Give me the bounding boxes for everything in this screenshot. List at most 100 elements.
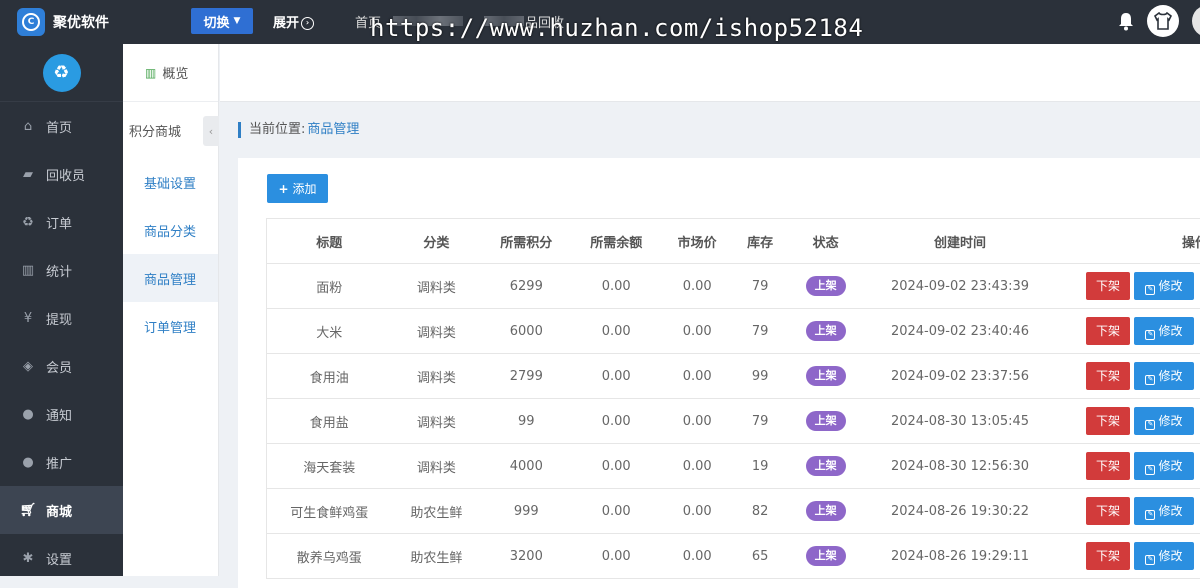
table-row: 大米调料类60000.000.0079上架2024-09-02 23:40:46… — [267, 309, 1200, 354]
gear-icon: ✱ — [18, 551, 38, 566]
sub-group-label: 积分商城 — [129, 121, 181, 140]
edit-button[interactable]: ✎修改 — [1134, 362, 1194, 390]
col-category: 分类 — [391, 219, 481, 264]
sub-item-products[interactable]: 商品管理 — [123, 254, 218, 302]
sidebar-item-collectors[interactable]: ▰回收员 — [0, 150, 123, 198]
sidebar-item-stats[interactable]: ▥统计 — [0, 246, 123, 294]
cell-status: 上架 — [787, 309, 864, 354]
cell-actions: 下架✎修改 — [1056, 489, 1200, 534]
bar-chart-icon: ▥ — [18, 263, 38, 278]
sidebar-item-label: 提现 — [46, 309, 72, 328]
switch-button[interactable]: 切换 ▼ — [191, 8, 253, 34]
switch-label: 切换 — [204, 12, 230, 31]
cell-balance: 0.00 — [571, 534, 661, 579]
sub-sidebar: ▥ 概览 积分商城 ‹ 基础设置 商品分类 商品管理 订单管理 — [123, 44, 219, 576]
sub-overview[interactable]: ▥ 概览 — [123, 44, 218, 102]
edit-button[interactable]: ✎修改 — [1134, 452, 1194, 480]
caret-down-icon: ▼ — [234, 16, 241, 26]
edit-icon: ✎ — [1145, 465, 1155, 475]
sub-item-categories[interactable]: 商品分类 — [123, 206, 218, 254]
sidebar-item-settings[interactable]: ✱设置 — [0, 534, 123, 582]
user-avatar[interactable] — [1192, 5, 1200, 37]
col-stock: 库存 — [733, 219, 787, 264]
status-badge: 上架 — [806, 411, 846, 431]
cell-category: 调料类 — [391, 399, 481, 444]
col-balance: 所需余额 — [571, 219, 661, 264]
cell-actions: 下架✎修改 — [1056, 444, 1200, 489]
status-badge: 上架 — [806, 276, 846, 296]
edit-icon: ✎ — [1145, 285, 1155, 295]
product-panel: + 添加 标题 分类 所需积分 所需余额 市场价 库存 状态 创建时间 操作 面… — [238, 158, 1200, 588]
edit-icon: ✎ — [1145, 330, 1155, 340]
take-down-button[interactable]: 下架 — [1086, 317, 1130, 345]
sidebar-item-label: 首页 — [46, 117, 72, 136]
cell-balance: 0.00 — [571, 399, 661, 444]
cell-category: 助农生鲜 — [391, 534, 481, 579]
cell-title: 食用盐 — [267, 399, 392, 444]
expand-button[interactable]: 展开› — [273, 12, 314, 31]
take-down-button[interactable]: 下架 — [1086, 452, 1130, 480]
edit-label: 修改 — [1158, 459, 1182, 473]
edit-button[interactable]: ✎修改 — [1134, 407, 1194, 435]
cart-icon: 🛒︎ — [18, 503, 38, 518]
cell-created: 2024-09-02 23:43:39 — [864, 264, 1056, 309]
take-down-button[interactable]: 下架 — [1086, 542, 1130, 570]
brand-name: 聚优软件 — [53, 12, 109, 32]
cell-market-price: 0.00 — [661, 354, 733, 399]
cell-points: 4000 — [481, 444, 571, 489]
add-label: 添加 — [293, 180, 317, 197]
collapse-chevron-icon[interactable]: ‹ — [203, 116, 219, 146]
edit-button[interactable]: ✎修改 — [1134, 317, 1194, 345]
top-bar: C 聚优软件 切换 ▼ 展开› 首页 品回收 https://www.huzha… — [0, 0, 1200, 44]
sidebar-item-members[interactable]: ◈会员 — [0, 342, 123, 390]
take-down-button[interactable]: 下架 — [1086, 272, 1130, 300]
sidebar-item-withdraw[interactable]: ¥ 提现 — [0, 294, 123, 342]
col-created: 创建时间 — [864, 219, 1056, 264]
edit-button[interactable]: ✎修改 — [1134, 542, 1194, 570]
cell-category: 调料类 — [391, 444, 481, 489]
sidebar-item-notify[interactable]: ●通知 — [0, 390, 123, 438]
cell-market-price: 0.00 — [661, 534, 733, 579]
cell-status: 上架 — [787, 444, 864, 489]
take-down-button[interactable]: 下架 — [1086, 362, 1130, 390]
sidebar-item-orders[interactable]: ♻订单 — [0, 198, 123, 246]
edit-icon: ✎ — [1145, 555, 1155, 565]
sidebar-item-label: 会员 — [46, 357, 72, 376]
brand-logo-icon: C — [17, 8, 45, 36]
sub-item-orders[interactable]: 订单管理 — [123, 302, 218, 350]
sidebar-item-promote[interactable]: ●推广 — [0, 438, 123, 486]
cell-title: 大米 — [267, 309, 392, 354]
recycle-logo-icon: ♻ — [43, 54, 81, 92]
sub-item-basic-settings[interactable]: 基础设置 — [123, 158, 218, 206]
col-status: 状态 — [787, 219, 864, 264]
brand[interactable]: C 聚优软件 — [0, 0, 123, 44]
breadcrumb-current[interactable]: 商品管理 — [307, 122, 359, 137]
cell-category: 调料类 — [391, 354, 481, 399]
take-down-button[interactable]: 下架 — [1086, 497, 1130, 525]
take-down-button[interactable]: 下架 — [1086, 407, 1130, 435]
yen-icon: ¥ — [18, 311, 38, 326]
cell-points: 6000 — [481, 309, 571, 354]
add-button[interactable]: + 添加 — [267, 174, 328, 203]
status-badge: 上架 — [806, 321, 846, 341]
shirt-avatar-icon[interactable] — [1147, 5, 1179, 37]
edit-label: 修改 — [1158, 504, 1182, 518]
edit-button[interactable]: ✎修改 — [1134, 272, 1194, 300]
bell-icon[interactable] — [1117, 11, 1135, 31]
sidebar-item-mall[interactable]: 🛒︎商城 — [0, 486, 123, 534]
col-points: 所需积分 — [481, 219, 571, 264]
edit-icon: ✎ — [1145, 375, 1155, 385]
cell-actions: 下架✎修改 — [1056, 264, 1200, 309]
cell-actions: 下架✎修改 — [1056, 534, 1200, 579]
cell-status: 上架 — [787, 399, 864, 444]
cell-points: 99 — [481, 399, 571, 444]
cell-market-price: 0.00 — [661, 264, 733, 309]
cell-points: 3200 — [481, 534, 571, 579]
edit-button[interactable]: ✎修改 — [1134, 497, 1194, 525]
edit-icon: ✎ — [1145, 510, 1155, 520]
sidebar-item-home[interactable]: ⌂首页 — [0, 102, 123, 150]
cell-actions: 下架✎修改 — [1056, 309, 1200, 354]
edit-label: 修改 — [1158, 279, 1182, 293]
cell-actions: 下架✎修改 — [1056, 399, 1200, 444]
cell-points: 2799 — [481, 354, 571, 399]
